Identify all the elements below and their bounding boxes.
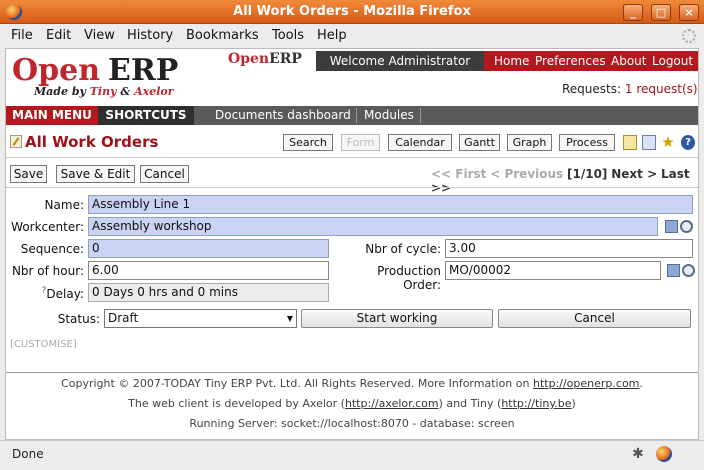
customise-link[interactable]: [CUSTOMISE]: [10, 339, 77, 350]
footer-link-axelor[interactable]: http://axelor.com: [345, 397, 439, 410]
name-label: Name:: [44, 198, 84, 212]
top-nav: Home Preferences About Logout: [484, 51, 698, 71]
footer-link-openerp[interactable]: http://openerp.com: [533, 377, 639, 390]
nav-preferences[interactable]: Preferences: [535, 51, 606, 71]
view-form-button[interactable]: Form: [341, 134, 380, 151]
view-graph-button[interactable]: Graph: [507, 134, 552, 151]
footer-divider: [6, 372, 698, 373]
workcenter-field[interactable]: Assembly workshop: [88, 217, 658, 236]
pager-previous[interactable]: < Previous: [490, 167, 563, 181]
menu-separator: [356, 108, 357, 123]
save-button[interactable]: Save: [10, 165, 47, 183]
sequence-label: Sequence:: [20, 242, 84, 256]
logo-tagline: Made by Tiny & Axelor: [34, 85, 174, 98]
page-content: Open ERP Made by Tiny & Axelor OpenERP W…: [5, 48, 699, 440]
minimize-button[interactable]: _: [623, 4, 643, 21]
mini-logo: OpenERP: [228, 51, 302, 67]
search-icon[interactable]: [680, 220, 693, 233]
nav-about[interactable]: About: [611, 51, 646, 71]
workcenter-label: Workcenter:: [11, 220, 84, 234]
shortcut-documents-dashboard[interactable]: Documents dashboard: [215, 106, 351, 125]
help-icon[interactable]: ?: [681, 135, 695, 150]
cycle-field[interactable]: 3.00: [445, 239, 693, 258]
cancel-button[interactable]: Cancel: [140, 165, 189, 183]
requests-indicator: Requests: 1 request(s): [562, 82, 698, 96]
open-folder-icon[interactable]: [667, 264, 680, 277]
logo-erp-text: ERP: [108, 53, 179, 88]
delay-field: 0 Days 0 hrs and 0 mins: [88, 283, 329, 302]
firefox-status-icon: [656, 446, 672, 462]
delay-label: ?Delay:: [41, 286, 84, 301]
window-title: All Work Orders - Mozilla Firefox: [233, 4, 471, 19]
main-menu-button[interactable]: MAIN MENU: [6, 106, 98, 125]
nav-home[interactable]: Home: [494, 51, 529, 71]
status-label: Status:: [57, 312, 100, 326]
bug-icon[interactable]: ✱: [630, 446, 646, 462]
menu-separator: [420, 108, 421, 123]
menu-tools[interactable]: Tools: [272, 28, 304, 43]
close-button[interactable]: ×: [679, 4, 699, 21]
status-text: Done: [12, 447, 44, 461]
cycle-label: Nbr of cycle:: [365, 242, 441, 256]
menu-edit[interactable]: Edit: [46, 28, 71, 43]
shortcut-modules[interactable]: Modules: [364, 106, 414, 125]
nav-logout[interactable]: Logout: [652, 51, 693, 71]
production-order-field[interactable]: MO/00002: [445, 261, 661, 280]
form-edit-icon: [10, 135, 22, 148]
duplicate-icon[interactable]: [642, 135, 656, 150]
menu-file[interactable]: File: [11, 28, 33, 43]
pager: << First < Previous [1/10] Next > Last >…: [431, 167, 698, 195]
shortcuts-label: SHORTCUTS: [98, 106, 194, 125]
sequence-field[interactable]: 0: [88, 239, 329, 258]
window-title-bar: All Work Orders - Mozilla Firefox _ □ ×: [0, 0, 704, 24]
save-and-edit-button[interactable]: Save & Edit: [56, 165, 135, 183]
footer-link-tiny[interactable]: http://tiny.be: [501, 397, 571, 410]
page-title: All Work Orders: [10, 133, 158, 151]
menu-history[interactable]: History: [127, 28, 173, 43]
search-icon[interactable]: [682, 264, 695, 277]
toolbar-divider: [6, 157, 698, 158]
form-divider: [6, 187, 698, 188]
main-menu-bar: MAIN MENU SHORTCUTS Documents dashboard …: [6, 106, 698, 125]
production-order-label: Production Order:: [377, 264, 441, 292]
requests-link[interactable]: 1 request(s): [625, 82, 698, 96]
pager-first[interactable]: << First: [431, 167, 486, 181]
bookmark-icon[interactable]: ★: [661, 135, 675, 150]
cancel-work-order-button[interactable]: Cancel: [498, 309, 691, 328]
status-value: Draft: [108, 311, 139, 325]
status-select[interactable]: Draft ▼: [104, 309, 297, 328]
welcome-banner: Welcome Administrator: [316, 51, 484, 71]
pager-position: [1/10]: [567, 167, 608, 181]
view-process-button[interactable]: Process: [559, 134, 615, 151]
footer-developers: The web client is developed by Axelor (h…: [128, 397, 576, 410]
notes-icon[interactable]: [623, 135, 637, 150]
open-folder-icon[interactable]: [665, 220, 678, 233]
browser-status-bar: Done ✱: [0, 440, 704, 470]
logo-open-text: Open: [12, 53, 101, 88]
openerp-logo[interactable]: Open ERP Made by Tiny & Axelor: [12, 53, 187, 99]
dropdown-arrow-icon: ▼: [286, 314, 293, 323]
hour-field[interactable]: 6.00: [88, 261, 329, 280]
pager-next[interactable]: Next >: [611, 167, 657, 181]
start-working-button[interactable]: Start working: [301, 309, 493, 328]
menu-view[interactable]: View: [84, 28, 115, 43]
menu-bookmarks[interactable]: Bookmarks: [186, 28, 259, 43]
view-gantt-button[interactable]: Gantt: [459, 134, 500, 151]
maximize-button[interactable]: □: [651, 4, 671, 21]
footer-copyright: Copyright © 2007-TODAY Tiny ERP Pvt. Ltd…: [61, 377, 643, 390]
view-calendar-button[interactable]: Calendar: [388, 134, 452, 151]
footer-server-info: Running Server: socket://localhost:8070 …: [189, 417, 515, 430]
name-field[interactable]: Assembly Line 1: [88, 195, 693, 214]
throbber-icon: [682, 29, 696, 43]
view-search-button[interactable]: Search: [283, 134, 333, 151]
browser-menubar: File Edit View History Bookmarks Tools H…: [0, 24, 704, 47]
menu-help[interactable]: Help: [317, 28, 347, 43]
requests-label: Requests:: [562, 82, 622, 96]
hour-label: Nbr of hour:: [11, 264, 84, 278]
